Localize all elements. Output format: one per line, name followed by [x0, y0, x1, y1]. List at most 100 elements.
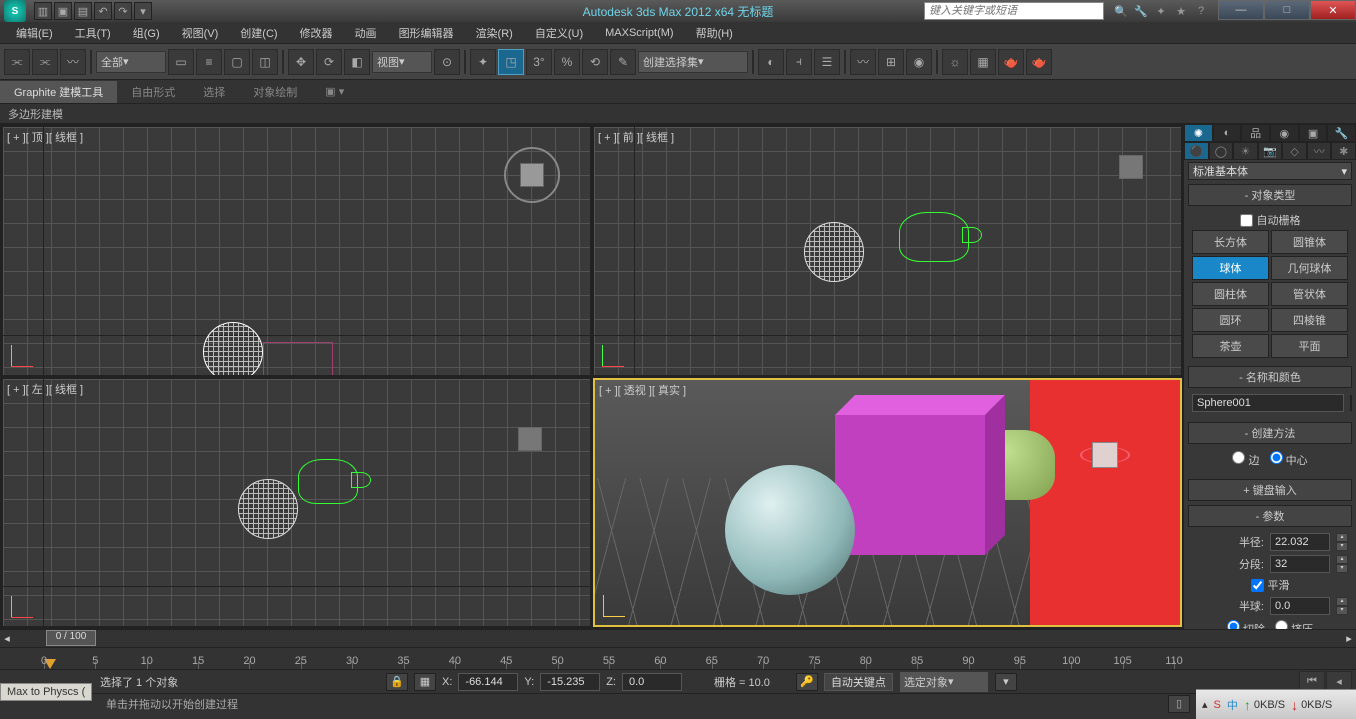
viewport-perspective[interactable]: [ + ][ 透视 ][ 真实 ] [593, 378, 1182, 628]
menu-modifiers[interactable]: 修改器 [290, 23, 343, 43]
bind-space-warp-icon[interactable]: 〰 [60, 49, 86, 75]
lights-tab-icon[interactable]: ☀ [1233, 142, 1258, 160]
timeline-right-arrow-icon[interactable]: ▸ [1342, 632, 1356, 645]
lock-selection-icon[interactable]: 🔒 [386, 673, 408, 691]
object-sphere[interactable] [238, 479, 298, 539]
menu-group[interactable]: 组(G) [123, 23, 170, 43]
viewport-front[interactable]: [ + ][ 前 ][ 线框 ] [593, 126, 1182, 376]
autogrid-checkbox[interactable] [1240, 214, 1253, 227]
menu-tools[interactable]: 工具(T) [65, 23, 121, 43]
time-slider-handle[interactable]: 0 / 100 [46, 630, 96, 646]
scale-icon[interactable]: ◧ [344, 49, 370, 75]
primitive-button[interactable]: 茶壶 [1192, 334, 1269, 358]
link-icon[interactable]: ⫘ [4, 49, 30, 75]
menu-rendering[interactable]: 渲染(R) [466, 23, 523, 43]
key-filters-icon[interactable]: ▾ [995, 673, 1017, 691]
object-sphere[interactable] [725, 465, 855, 595]
primitive-button[interactable]: 平面 [1271, 334, 1348, 358]
smooth-checkbox[interactable] [1251, 579, 1264, 592]
app-icon[interactable]: S [4, 0, 26, 22]
primitive-button[interactable]: 球体 [1192, 256, 1269, 280]
viewcube-top[interactable] [504, 147, 560, 203]
display-tab-icon[interactable]: ▣ [1299, 124, 1328, 142]
pivot-center-icon[interactable]: ⊙ [434, 49, 460, 75]
rollout-name-color[interactable]: - 名称和颜色 [1188, 366, 1352, 388]
geometry-tab-icon[interactable]: ⚫ [1184, 142, 1209, 160]
primitive-button[interactable]: 圆柱体 [1192, 282, 1269, 306]
key-icon[interactable]: 🔧 [1132, 2, 1150, 20]
time-slider[interactable]: ◂ 0 / 100 ▸ [0, 629, 1356, 647]
undo-icon[interactable]: ↶ [94, 2, 112, 20]
primitive-button[interactable]: 几何球体 [1271, 256, 1348, 280]
key-filter-dropdown[interactable]: 选定对象▾ [899, 671, 989, 693]
creation-edge-radio[interactable]: 边 [1232, 451, 1259, 468]
category-dropdown[interactable]: 标准基本体▾ [1188, 162, 1352, 180]
unlink-icon[interactable]: ⫘ [32, 49, 58, 75]
autokey-button[interactable]: 自动关键点 [824, 673, 893, 691]
utilities-tab-icon[interactable]: 🔧 [1327, 124, 1356, 142]
tray-expand-icon[interactable]: ▴ [1202, 698, 1208, 711]
tab-object-paint[interactable]: 对象绘制 [239, 81, 311, 103]
rollout-creation-method[interactable]: - 创建方法 [1188, 422, 1352, 444]
tab-freeform[interactable]: 自由形式 [117, 81, 189, 103]
viewport-label-left[interactable]: [ + ][ 左 ][ 线框 ] [7, 381, 83, 397]
time-ruler[interactable]: 0510152025303540455055606570758085909510… [0, 647, 1356, 669]
segments-spinner[interactable]: 32 [1270, 555, 1330, 573]
snap-toggle-icon[interactable]: ◳ [498, 49, 524, 75]
viewport-top[interactable]: [ + ][ 顶 ][ 线框 ] [2, 126, 591, 376]
select-object-icon[interactable]: ▭ [168, 49, 194, 75]
systems-tab-icon[interactable]: ✱ [1331, 142, 1356, 160]
star-icon[interactable]: ★ [1172, 2, 1190, 20]
selection-filter-dropdown[interactable]: 全部▾ [96, 51, 166, 73]
viewport-left[interactable]: [ + ][ 左 ][ 线框 ] [2, 378, 591, 628]
edit-named-sel-icon[interactable]: ✎ [610, 49, 636, 75]
rollout-parameters[interactable]: - 参数 [1188, 505, 1352, 527]
menu-views[interactable]: 视图(V) [172, 23, 229, 43]
x-coord-field[interactable]: -66.144 [458, 673, 518, 691]
helpers-tab-icon[interactable]: ◇ [1282, 142, 1307, 160]
satellite-icon[interactable]: ✦ [1152, 2, 1170, 20]
render-icon[interactable]: 🫖 [998, 49, 1024, 75]
object-teapot[interactable] [298, 459, 358, 504]
close-button[interactable]: ✕ [1310, 0, 1356, 20]
object-plane[interactable] [1030, 380, 1180, 626]
primitive-button[interactable]: 长方体 [1192, 230, 1269, 254]
menu-animation[interactable]: 动画 [345, 23, 387, 43]
tray-lang-icon[interactable]: 中 [1227, 697, 1238, 713]
time-tag-icon[interactable]: ▯ [1168, 695, 1190, 713]
primitive-button[interactable]: 圆锥体 [1271, 230, 1348, 254]
menu-create[interactable]: 创建(C) [230, 23, 287, 43]
object-sphere[interactable] [203, 322, 263, 376]
rollout-object-type[interactable]: - 对象类型 [1188, 184, 1352, 206]
primitive-button[interactable]: 圆环 [1192, 308, 1269, 332]
ribbon-panel-label[interactable]: 多边形建模 [0, 104, 1356, 124]
viewcube-perspective[interactable] [1080, 430, 1130, 480]
object-sphere[interactable] [804, 222, 864, 282]
schematic-view-icon[interactable]: ⊞ [878, 49, 904, 75]
render-frame-icon[interactable]: ▦ [970, 49, 996, 75]
render-setup-icon[interactable]: ☼ [942, 49, 968, 75]
object-name-input[interactable] [1192, 394, 1344, 412]
object-teapot[interactable] [899, 212, 969, 262]
create-tab-icon[interactable]: ✺ [1184, 124, 1213, 142]
script-listener-tab[interactable]: Max to Physcs ( [0, 683, 92, 701]
transform-type-icon[interactable]: ▦ [414, 673, 436, 691]
menu-customize[interactable]: 自定义(U) [525, 23, 593, 43]
spacewarps-tab-icon[interactable]: 〰 [1307, 142, 1332, 160]
layers-icon[interactable]: ☰ [814, 49, 840, 75]
named-selection-dropdown[interactable]: 创建选择集▾ [638, 51, 748, 73]
tray-ime-icon[interactable]: S [1214, 699, 1221, 711]
object-box[interactable] [263, 342, 333, 376]
open-file-icon[interactable]: ▣ [54, 2, 72, 20]
help-search-input[interactable] [924, 2, 1104, 20]
timeline-left-arrow-icon[interactable]: ◂ [0, 632, 14, 645]
viewport-label-front[interactable]: [ + ][ 前 ][ 线框 ] [598, 129, 674, 145]
rect-region-icon[interactable]: ▢ [224, 49, 250, 75]
modify-tab-icon[interactable]: ◐ [1213, 124, 1242, 142]
maximize-button[interactable]: □ [1264, 0, 1310, 20]
menu-maxscript[interactable]: MAXScript(M) [595, 25, 683, 41]
radius-spinner[interactable]: 22.032 [1270, 533, 1330, 551]
primitive-button[interactable]: 管状体 [1271, 282, 1348, 306]
align-icon[interactable]: ⫞ [786, 49, 812, 75]
hierarchy-tab-icon[interactable]: 品 [1241, 124, 1270, 142]
